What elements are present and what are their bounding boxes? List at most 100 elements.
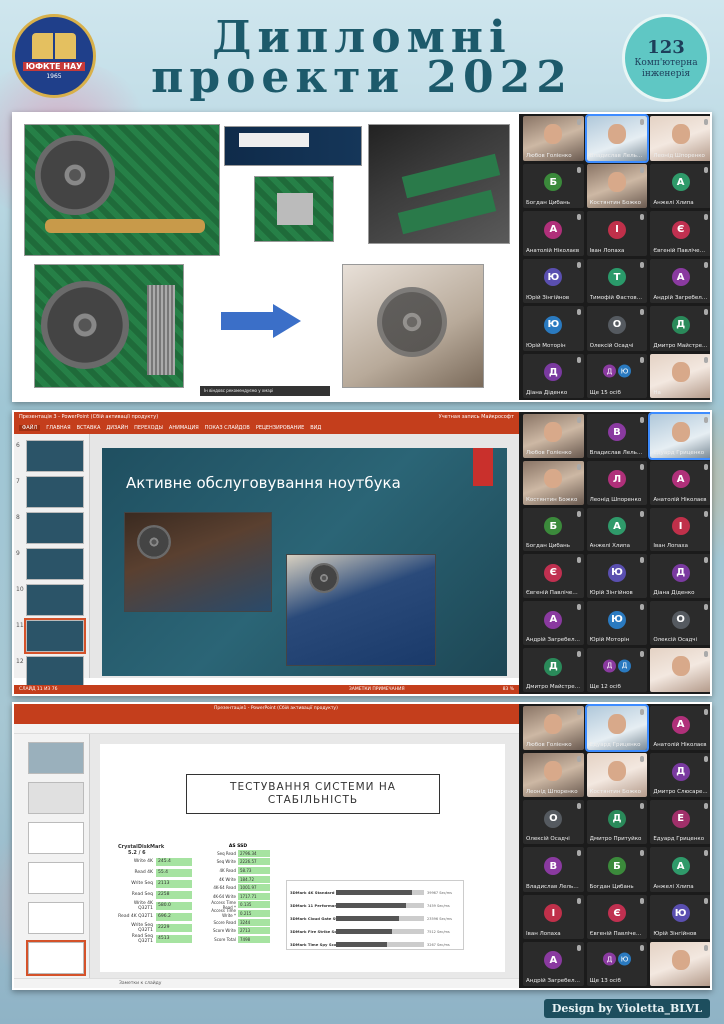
- participant-tile[interactable]: Є Євгеній Павліченко: [586, 894, 648, 939]
- slide-thumb[interactable]: [28, 862, 84, 894]
- participant-tile[interactable]: Е Едуард Гриценко: [650, 800, 710, 845]
- slide-thumb[interactable]: [28, 782, 84, 814]
- notes-buttons[interactable]: ЗАМЕТКИ ПРИМЕЧАНИЯ: [349, 687, 405, 692]
- participant-tile[interactable]: А Анатолій Ніколаєв: [650, 706, 710, 751]
- account-label[interactable]: Учетная запись Майкрософт: [439, 414, 514, 420]
- participant-tile[interactable]: Д Дмитро Майстре...: [650, 306, 710, 351]
- slide-counter: СЛАЙД 11 ИЗ 76: [19, 687, 58, 692]
- ribbon-tab[interactable]: РЕЦЕНЗИРОВАНИЕ: [256, 425, 304, 431]
- participant-tile[interactable]: І Іван Лопаха: [586, 211, 648, 256]
- participant-tile[interactable]: Костянтин Божко: [586, 163, 648, 208]
- participant-tile[interactable]: Ю Юрій Зінгійнов: [523, 258, 584, 303]
- participant-tile[interactable]: Ю Юрій Моторін: [586, 601, 648, 646]
- participant-tile[interactable]: Любов Голієнко: [523, 706, 584, 751]
- screen-share-notice[interactable]: Iн віндовс рекомендуємо у хмарі: [200, 386, 330, 396]
- participant-tile[interactable]: Владислав Лельк...: [584, 114, 650, 163]
- participant-tile[interactable]: В Владислав Лельк...: [523, 847, 584, 892]
- ribbon-tab[interactable]: ДИЗАЙН: [106, 425, 128, 431]
- participants-grid: Любов Голієнко В Владислав Лельк... Едуард …: [520, 412, 710, 694]
- ribbon-tab[interactable]: ПОКАЗ СЛАЙДОВ: [205, 425, 250, 431]
- participant-tile[interactable]: Леонід Шпоренко: [523, 753, 584, 798]
- slide-thumb[interactable]: [28, 742, 84, 774]
- participant-tile[interactable]: Т Тимофій Фастовець: [586, 258, 648, 303]
- bench-bar-rest: [392, 929, 424, 934]
- participant-tile[interactable]: Любов Голієнко: [523, 414, 584, 458]
- participant-tile[interactable]: О Олексій Осадчі: [523, 800, 584, 845]
- participant-tile[interactable]: В Владислав Лельк...: [586, 414, 648, 458]
- participant-tile[interactable]: Б Богдан Цибань: [523, 507, 584, 552]
- ribbon-tab[interactable]: ВИД: [310, 425, 321, 431]
- mic-muted-icon: [640, 651, 645, 658]
- participant-tile[interactable]: Д Дмитро Слюсаре...: [650, 753, 710, 798]
- participant-tile[interactable]: Б Богдан Цибань: [523, 163, 584, 208]
- notes-label[interactable]: Заметки к слайду: [119, 981, 161, 986]
- participant-tile[interactable]: Д Діана Діденко: [523, 353, 584, 398]
- participant-tile[interactable]: Д Дмитро Притуйко: [586, 800, 648, 845]
- ribbon-tab[interactable]: ВСТАВКА: [77, 425, 101, 431]
- participant-tile[interactable]: О Олексій Осадчі: [586, 306, 648, 351]
- participant-tile[interactable]: Д Дмитро Майстрен...: [523, 648, 584, 692]
- ribbon-tab[interactable]: ФАЙЛ: [19, 425, 41, 431]
- slide-number: 6: [16, 442, 20, 449]
- slide-thumb[interactable]: [26, 584, 84, 616]
- slide-thumb[interactable]: [26, 940, 86, 976]
- participant-tile[interactable]: На: [650, 353, 710, 398]
- ribbon-tab[interactable]: АНИМАЦИЯ: [169, 425, 199, 431]
- ribbon-tab[interactable]: ГЛАВНАЯ: [46, 425, 70, 431]
- participant-tile[interactable]: [650, 648, 710, 692]
- 3dmark-bars: 3DMark 4K Standard Score39967 Sec/ms3DMa…: [286, 880, 464, 950]
- slide-thumb[interactable]: [28, 822, 84, 854]
- participant-tile[interactable]: А Андрій Загребель...: [523, 601, 584, 646]
- participant-tile[interactable]: Є Євгеній Павліченко: [650, 211, 710, 256]
- participant-tile[interactable]: А Андрій Загребель...: [650, 258, 710, 303]
- participants-grid: Любов Голієнко Владислав Лельк... Леонід Ш…: [520, 114, 710, 400]
- participant-tile[interactable]: Едуард Гриценко: [648, 412, 710, 460]
- participant-tile[interactable]: Ю Юрій Зінгійнов: [650, 894, 710, 939]
- participant-tile[interactable]: А Анжелі Хлипа: [650, 847, 710, 892]
- participant-tile[interactable]: [650, 941, 710, 986]
- participant-tile[interactable]: А Анатолій Ніколаєв: [523, 211, 584, 256]
- status-bar: СЛАЙД 11 ИЗ 76 ЗАМЕТКИ ПРИМЕЧАНИЯ 83 %: [14, 685, 519, 694]
- participant-tile[interactable]: Леонід Шпоренко: [650, 116, 710, 161]
- participant-tile[interactable]: О Олексій Осадчі: [650, 601, 710, 646]
- avatar: Е: [671, 809, 690, 828]
- participant-tile[interactable]: Ю Юрій Зінгійнов: [586, 554, 648, 599]
- slide-thumb[interactable]: [26, 656, 84, 688]
- participant-tile[interactable]: А Анатолій Ніколаєв: [650, 460, 710, 505]
- slide-thumb[interactable]: [26, 512, 84, 544]
- participant-tile[interactable]: Д Ю Ще 13 осіб: [586, 941, 648, 986]
- slide-thumb[interactable]: [26, 548, 84, 580]
- participant-tile[interactable]: Костянтин Божко: [523, 460, 584, 505]
- participant-tile[interactable]: Д Д Ще 12 осіб: [586, 648, 648, 692]
- participant-name: Богдан Цибань: [526, 200, 570, 206]
- participant-tile[interactable]: Ю Юрій Моторін: [523, 306, 584, 351]
- mic-muted-icon: [704, 709, 708, 715]
- participant-tile[interactable]: А Анжелі Хлипа: [586, 507, 648, 552]
- metric-name: Read Seq: [131, 892, 153, 897]
- participant-tile[interactable]: Любов Голієнко: [523, 116, 584, 161]
- slide-thumb[interactable]: [26, 440, 84, 472]
- ribbon-tab[interactable]: ПЕРЕХОДЫ: [134, 425, 163, 431]
- table-row: Score Total 7498: [204, 935, 272, 944]
- participant-tile[interactable]: Д Діана Діденко: [650, 554, 710, 599]
- zoom-level[interactable]: 83 %: [503, 687, 514, 692]
- participant-tile[interactable]: Костянтин Божко: [586, 753, 648, 798]
- participant-name: Леонід Шпоренко: [653, 152, 705, 159]
- slide-thumb[interactable]: [26, 476, 84, 508]
- participant-tile[interactable]: Л Леонід Шпоренко: [586, 460, 648, 505]
- mic-muted-icon: [576, 850, 581, 857]
- slide-thumb[interactable]: [28, 902, 84, 934]
- participant-tile[interactable]: Б Богдан Цибань: [586, 847, 648, 892]
- participant-name: Леонід Шпоренко: [526, 789, 578, 796]
- participant-tile[interactable]: Є Євгеній Павліченко: [523, 554, 584, 599]
- participant-tile[interactable]: І Іван Лопаха: [650, 507, 710, 552]
- participant-tile[interactable]: І Іван Лопаха: [523, 894, 584, 939]
- participant-tile[interactable]: Едуард Гриценко: [584, 704, 650, 753]
- slide-thumb[interactable]: [24, 618, 86, 654]
- participant-tile[interactable]: А Анжелі Хлипа: [650, 163, 710, 208]
- current-slide: ТЕСТУВАННЯ СИСТЕМИ НА СТАБІЛЬНІСТЬ Cryst…: [100, 744, 505, 972]
- participant-tile[interactable]: Д Ю Ще 15 осіб: [586, 353, 648, 398]
- avatar: Д: [602, 659, 616, 673]
- table-row: Access Time Write * 0.215: [204, 908, 272, 918]
- participant-tile[interactable]: А Андрій Загребель...: [523, 941, 584, 986]
